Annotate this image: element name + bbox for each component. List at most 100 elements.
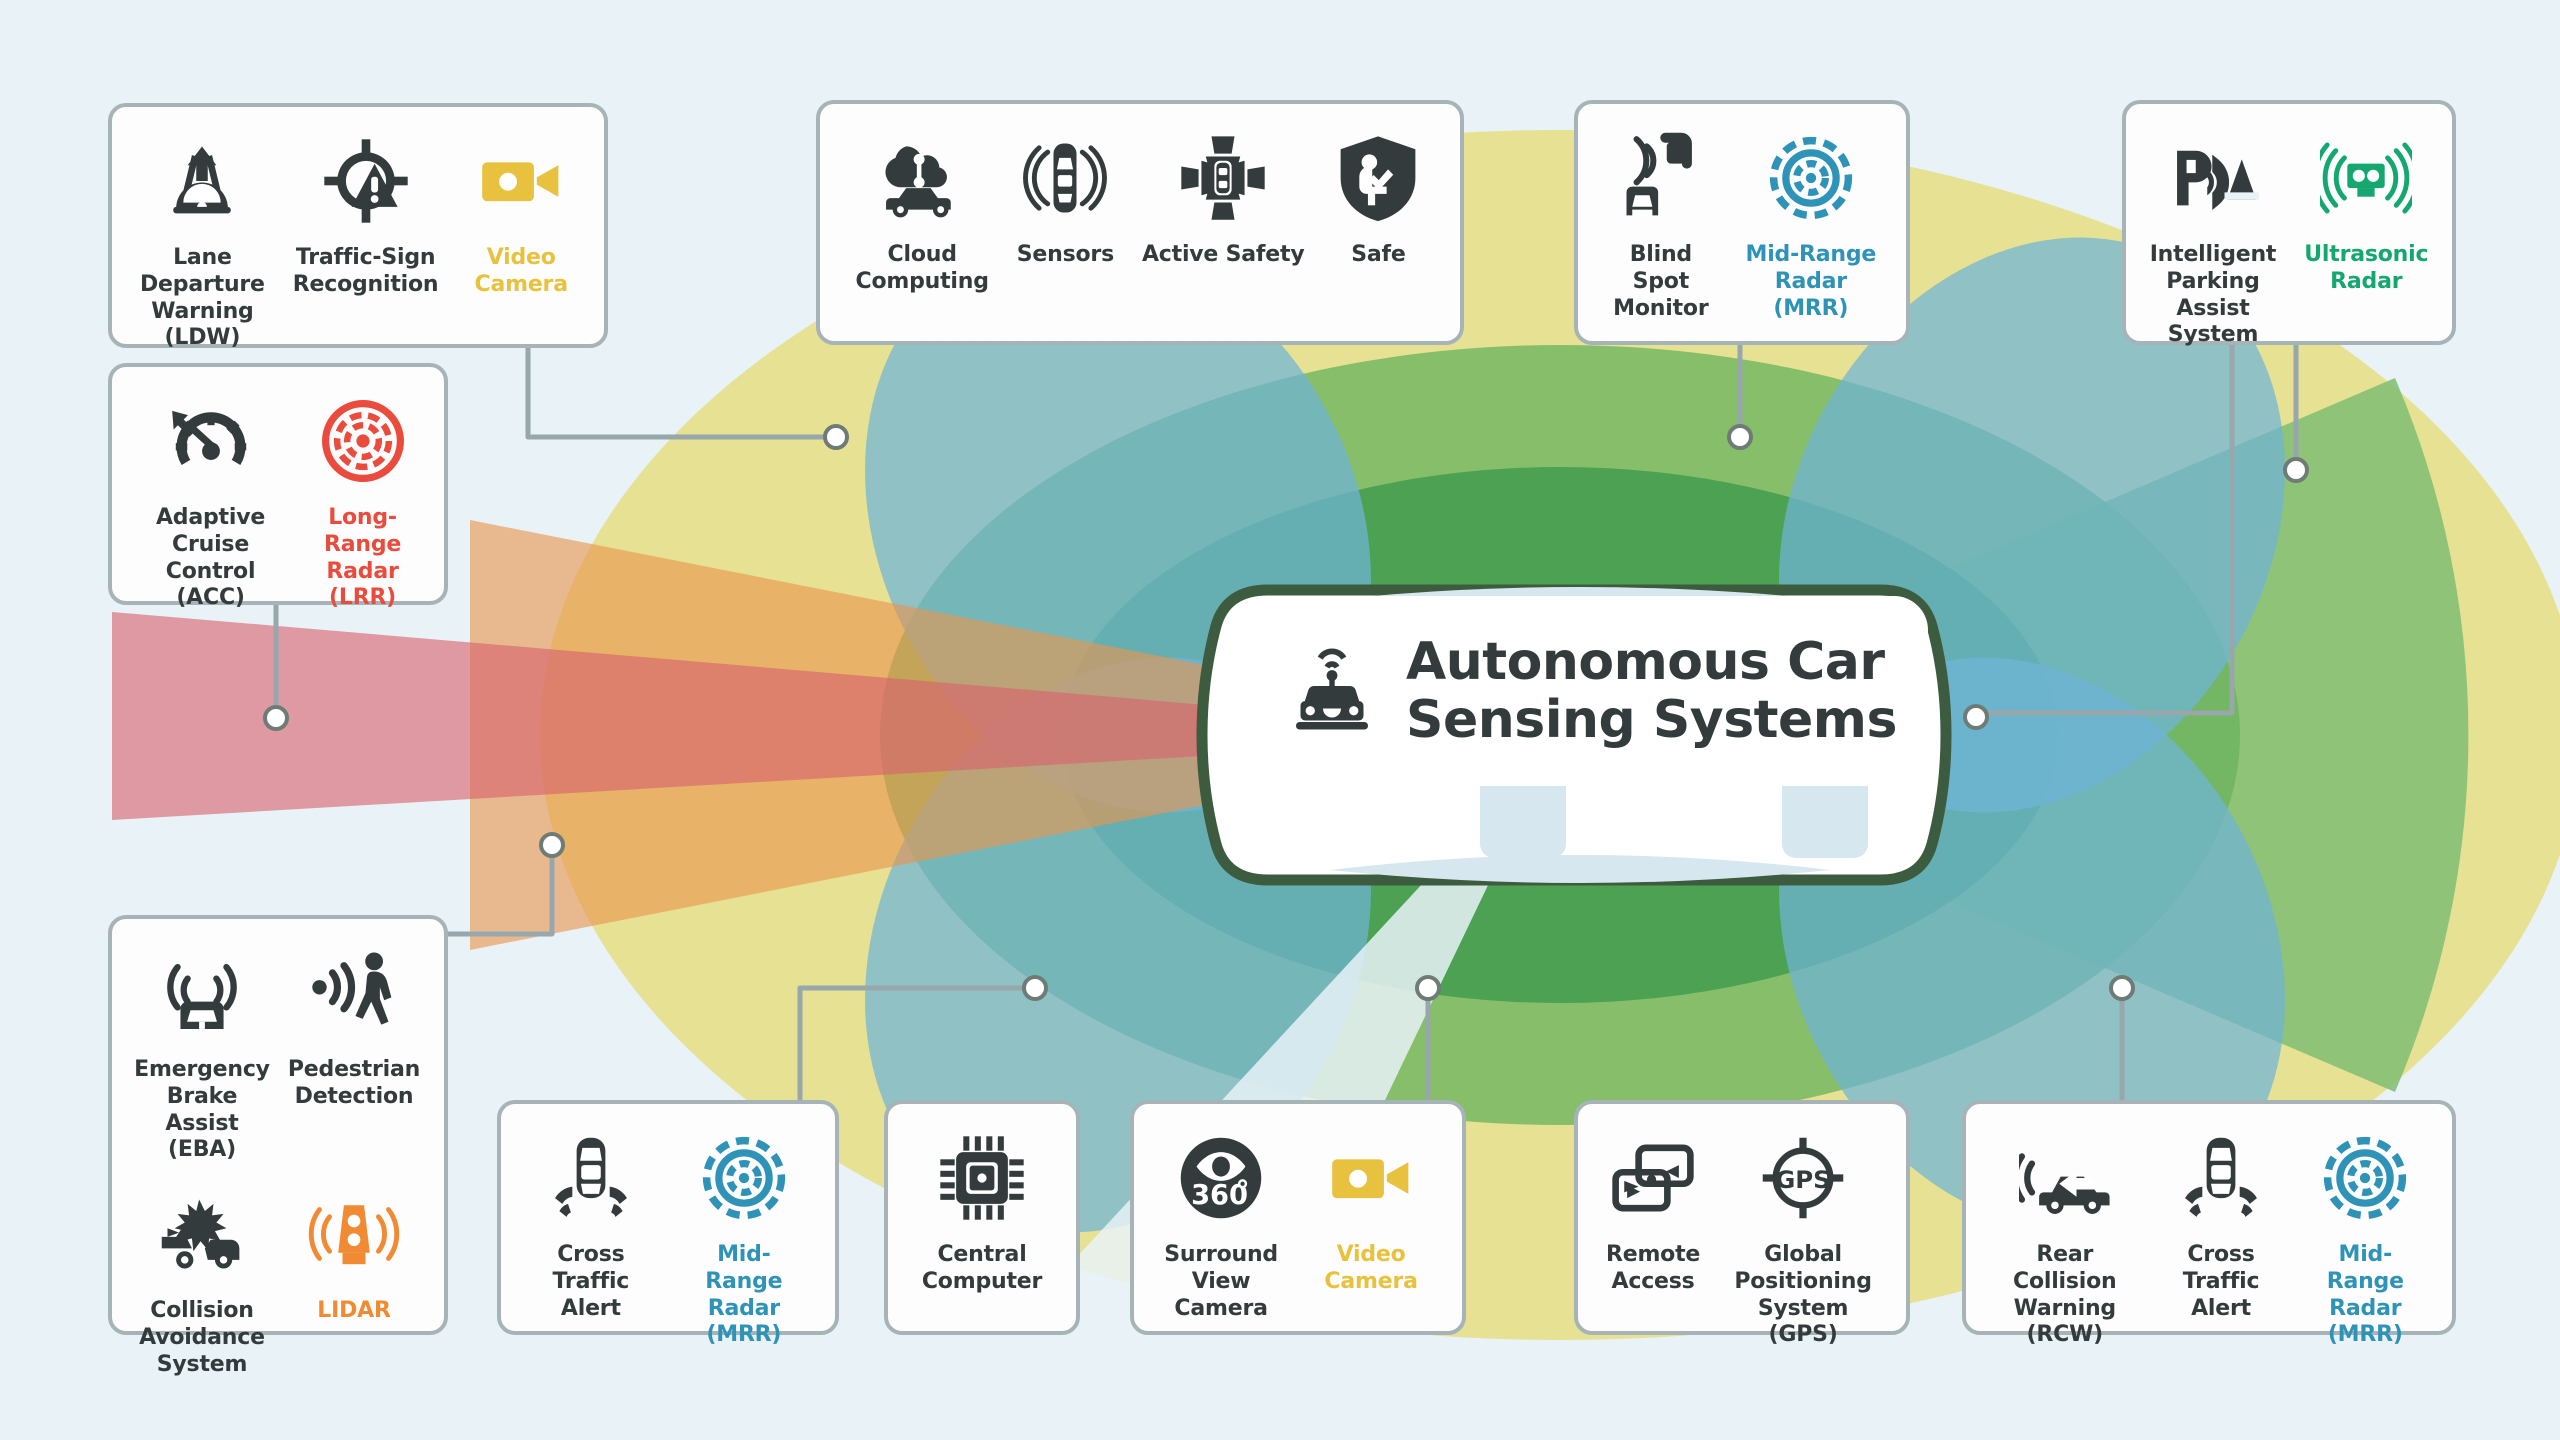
connector-park-left-dot (1963, 704, 1989, 730)
video-camera-icon (475, 129, 567, 233)
pedestrian-detection-icon (308, 941, 400, 1045)
center-title-plate: Autonomous Car Sensing Systems (1228, 596, 1928, 786)
emergency-brake-card[interactable]: Emergency Brake Assist (EBA) Pedestrian … (108, 915, 448, 1377)
feature-item[interactable]: Blind Spot Monitor (1592, 126, 1730, 322)
page-title: Autonomous Car Sensing Systems (1406, 631, 1897, 750)
cross-traffic-icon (545, 1126, 637, 1230)
feature-label: Mid-Range Radar (MRR) (705, 1242, 783, 1348)
feature-item[interactable]: Mid-Range Radar (MRR) (1730, 126, 1892, 322)
radar-target-icon (317, 389, 409, 493)
feature-label: Pedestrian Detection (287, 1057, 421, 1109)
feature-item[interactable]: Cross Traffic Alert (515, 1126, 667, 1322)
feature-item[interactable]: Video Camera (452, 129, 590, 299)
feature-label: Remote Access (1606, 1242, 1701, 1294)
adaptive-cruise-card[interactable]: Adaptive Cruise Control (ACC) Long-Range… (108, 363, 448, 610)
feature-item[interactable]: Ultrasonic Radar (2290, 126, 2442, 296)
mid-range-radar-icon (2319, 1126, 2411, 1230)
feature-label: Long-Range Radar (LRR) (323, 505, 402, 611)
gps-icon: GPS (1757, 1126, 1849, 1230)
feature-item[interactable]: Active Safety (1128, 126, 1319, 269)
svg-text:GPS: GPS (1775, 1165, 1831, 1194)
parking-assist-card[interactable]: Intelligent Parking Assist System Ultras… (2122, 100, 2456, 347)
connector-eba-dot (539, 832, 565, 858)
feature-item[interactable]: Collision Avoidance System (126, 1182, 278, 1396)
feature-label: Safe (1351, 242, 1406, 267)
feature-item[interactable]: Safe (1318, 126, 1438, 269)
feature-label: Central Computer (921, 1242, 1043, 1294)
feature-label: Video Camera (1324, 1242, 1418, 1294)
connector-eba (445, 850, 555, 937)
cloud-sensors-card[interactable]: Cloud Computing Sensors Active Safety Sa… (816, 100, 1464, 345)
feature-item[interactable]: Video Camera (1294, 1126, 1448, 1296)
active-safety-icon (1177, 126, 1269, 230)
lane-departure-card[interactable]: Lane Departure Warning (LDW) Traffic-Sig… (108, 103, 608, 350)
feature-label: Emergency Brake Assist (EBA) (134, 1057, 270, 1163)
video-camera-icon (1325, 1126, 1417, 1230)
parking-assist-icon (2167, 126, 2259, 230)
connector-cta-front (797, 985, 1038, 1103)
feature-label: Surround View Camera (1164, 1242, 1278, 1321)
feature-label: Sensors (1016, 242, 1114, 267)
car-sensors-icon (1019, 126, 1111, 230)
remote-access-card[interactable]: Remote Access GPS Global Positioning Syst… (1574, 1100, 1910, 1347)
connector-surround-dot (1415, 975, 1441, 1001)
feature-label: Mid-Range Radar (MRR) (1745, 242, 1877, 321)
feature-item[interactable]: Sensors (1003, 126, 1128, 269)
feature-label: Mid-Range Radar (MRR) (2326, 1242, 2404, 1348)
connector-acc-dot (263, 705, 289, 731)
shield-occupant-icon (1332, 126, 1424, 230)
blind-spot-card[interactable]: Blind Spot Monitor Mid-Range Radar (MRR) (1574, 100, 1910, 345)
feature-item[interactable]: Emergency Brake Assist (EBA) (126, 941, 278, 1182)
central-computer-card[interactable]: Central Computer (884, 1100, 1080, 1335)
feature-item[interactable]: 360 Surround View Camera (1148, 1126, 1294, 1322)
feature-item[interactable]: Adaptive Cruise Control (ACC) (126, 389, 295, 612)
feature-label: Active Safety (1141, 242, 1305, 267)
feature-item[interactable]: Remote Access (1592, 1126, 1714, 1296)
feature-item[interactable]: Lane Departure Warning (LDW) (126, 129, 279, 352)
feature-label: Adaptive Cruise Control (ACC) (155, 505, 266, 611)
feature-label: Blind Spot Monitor (1613, 242, 1709, 321)
connector-park-right-dot (2283, 457, 2309, 483)
feature-item[interactable]: Intelligent Parking Assist System (2136, 126, 2291, 349)
blind-spot-icon (1615, 126, 1707, 230)
feature-item[interactable]: Long-Range Radar (LRR) (295, 389, 430, 612)
speedometer-icon (165, 389, 257, 493)
connector-ldw (525, 345, 831, 440)
rear-collision-icon (2018, 1126, 2111, 1230)
feature-item[interactable]: Mid-Range Radar (MRR) (667, 1126, 821, 1349)
feature-item[interactable]: Cloud Computing (842, 126, 1003, 296)
cloud-car-icon (876, 126, 968, 230)
mid-range-radar-icon (698, 1126, 790, 1230)
feature-item[interactable]: LIDAR (278, 1182, 430, 1343)
feature-item[interactable]: Cross Traffic Alert (2150, 1126, 2293, 1322)
connector-park-left (1981, 342, 2235, 716)
feature-item[interactable]: Rear Collision Warning (RCW) (1980, 1126, 2150, 1349)
feature-item[interactable]: Mid-Range Radar (MRR) (2293, 1126, 2438, 1349)
feature-label: Video Camera (474, 245, 569, 297)
autonomous-car-front-icon (1284, 641, 1380, 741)
surround-view-360-icon: 360 (1175, 1126, 1267, 1230)
feature-label: Cross Traffic Alert (552, 1242, 630, 1321)
infographic-canvas: Autonomous Car Sensing Systems Lane Depa… (0, 0, 2560, 1440)
cross-traffic-front-card[interactable]: Cross Traffic Alert Mid-Range Radar (MRR… (497, 1100, 839, 1347)
feature-item[interactable]: Pedestrian Detection (278, 941, 430, 1129)
traffic-sign-recognition-icon (320, 129, 412, 233)
feature-item[interactable]: Central Computer (908, 1126, 1056, 1296)
ultrasonic-radar-icon (2320, 126, 2413, 230)
feature-item[interactable]: Traffic-Sign Recognition (279, 129, 453, 299)
feature-label: Rear Collision Warning (RCW) (2013, 1242, 2117, 1348)
remote-access-icon (1607, 1126, 1699, 1230)
connector-rcw-dot (2109, 975, 2135, 1001)
feature-label: Ultrasonic Radar (2304, 242, 2429, 294)
feature-label: Cross Traffic Alert (2182, 1242, 2260, 1321)
connector-ldw-dot (823, 424, 849, 450)
lane-departure-icon (156, 129, 248, 233)
feature-item[interactable]: GPS Global Positioning System (GPS) (1714, 1126, 1892, 1349)
mid-range-radar-icon (1765, 126, 1857, 230)
lidar-icon (308, 1182, 400, 1286)
feature-label: Intelligent Parking Assist System (2149, 242, 2277, 348)
collision-avoidance-icon (156, 1182, 248, 1286)
surround-view-card[interactable]: 360 Surround View Camera Video Camera (1130, 1100, 1466, 1335)
cpu-chip-icon (936, 1126, 1028, 1230)
rear-collision-card[interactable]: Rear Collision Warning (RCW) Cross Traff… (1962, 1100, 2456, 1347)
